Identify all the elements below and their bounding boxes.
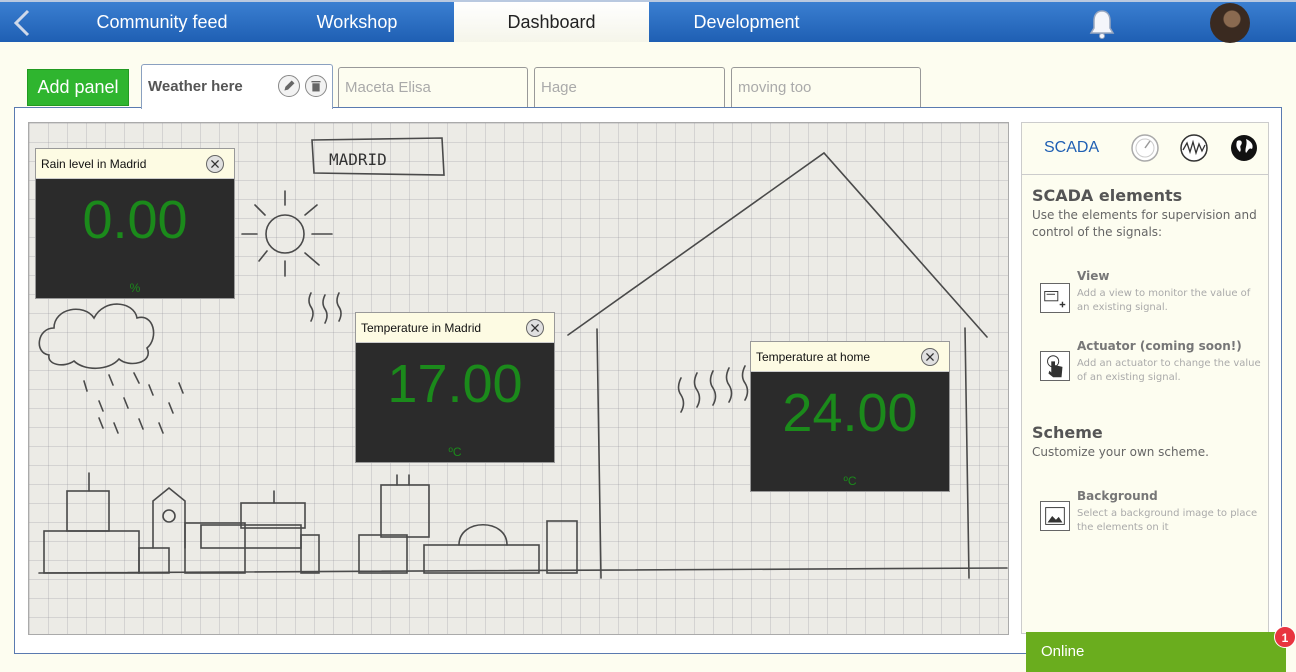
widget-value: 24.00 <box>782 383 918 443</box>
side-tab-scada[interactable]: SCADA <box>1044 139 1099 157</box>
notifications-bell-icon[interactable] <box>1086 8 1118 40</box>
nav-tab-community-feed[interactable]: Community feed <box>64 2 260 42</box>
top-navigation: Community feed Workshop Dashboard Develo… <box>0 0 1296 43</box>
element-background-title[interactable]: Background <box>1077 489 1158 503</box>
globe-icon[interactable] <box>1229 133 1259 163</box>
nav-tab-development[interactable]: Development <box>649 2 844 42</box>
scheme-description: Customize your own scheme. <box>1032 445 1209 459</box>
widget-header: Temperature in Madrid <box>356 313 554 343</box>
panel-tab-hage[interactable]: Hage <box>534 67 725 108</box>
side-panel-tabs: SCADA <box>1022 123 1268 175</box>
widget-temperature-home[interactable]: Temperature at home 24.00 ºC <box>750 341 950 492</box>
actuator-hand-icon[interactable] <box>1040 351 1070 381</box>
close-icon[interactable] <box>206 155 224 173</box>
scada-elements-description: Use the elements for supervision and con… <box>1032 208 1257 239</box>
gauge-icon[interactable] <box>1130 133 1160 163</box>
widget-header: Rain level in Madrid <box>36 149 234 179</box>
user-avatar[interactable] <box>1210 3 1250 43</box>
signal-wave-icon[interactable] <box>1179 133 1209 163</box>
add-view-icon[interactable] <box>1040 283 1070 313</box>
back-arrow-icon[interactable] <box>10 8 34 38</box>
panel-tab-moving-too[interactable]: moving too <box>731 67 921 108</box>
panel-tab-label: Weather here <box>148 78 243 95</box>
scheme-title: Scheme <box>1032 423 1103 442</box>
delete-trash-icon[interactable] <box>305 75 327 97</box>
widget-value: 0.00 <box>82 190 188 250</box>
widget-unit: % <box>129 281 141 295</box>
widget-unit: ºC <box>448 445 462 459</box>
close-icon[interactable] <box>526 319 544 337</box>
panel-tab-weather-here[interactable]: Weather here <box>141 64 333 109</box>
online-status-label: Online <box>1041 643 1085 660</box>
widget-title: Rain level in Madrid <box>41 157 147 171</box>
widget-header: Temperature at home <box>751 342 949 372</box>
add-panel-button[interactable]: Add panel <box>27 69 129 106</box>
widget-value: 17.00 <box>387 354 523 414</box>
widget-temperature-madrid[interactable]: Temperature in Madrid 17.00 ºC <box>355 312 555 463</box>
scada-side-panel: SCADA SCADA elements Use the elements fo… <box>1021 122 1269 634</box>
notification-count-badge: 1 <box>1274 626 1296 648</box>
widget-title: Temperature at home <box>756 350 871 364</box>
element-view-title[interactable]: View <box>1077 269 1109 283</box>
panel-tab-maceta-elisa[interactable]: Maceta Elisa <box>338 67 528 108</box>
widget-unit: ºC <box>843 474 857 488</box>
scada-elements-title: SCADA elements <box>1032 186 1183 205</box>
sketch-madrid-label: MADRID <box>329 150 387 169</box>
edit-pencil-icon[interactable] <box>278 75 300 97</box>
background-image-icon[interactable] <box>1040 501 1070 531</box>
nav-tab-dashboard[interactable]: Dashboard <box>454 2 649 42</box>
element-view-description: Add a view to monitor the value of an ex… <box>1077 288 1251 313</box>
close-icon[interactable] <box>921 348 939 366</box>
element-actuator-title[interactable]: Actuator (coming soon!) <box>1077 339 1242 353</box>
element-actuator-description: Add an actuator to change the value of a… <box>1077 358 1261 383</box>
widget-rain-level-madrid[interactable]: Rain level in Madrid 0.00 % <box>35 148 235 299</box>
widget-title: Temperature in Madrid <box>361 321 482 335</box>
element-background-description: Select a background image to place the e… <box>1077 508 1258 533</box>
nav-tab-workshop[interactable]: Workshop <box>260 2 454 42</box>
online-status-bar[interactable]: Online <box>1026 632 1286 672</box>
